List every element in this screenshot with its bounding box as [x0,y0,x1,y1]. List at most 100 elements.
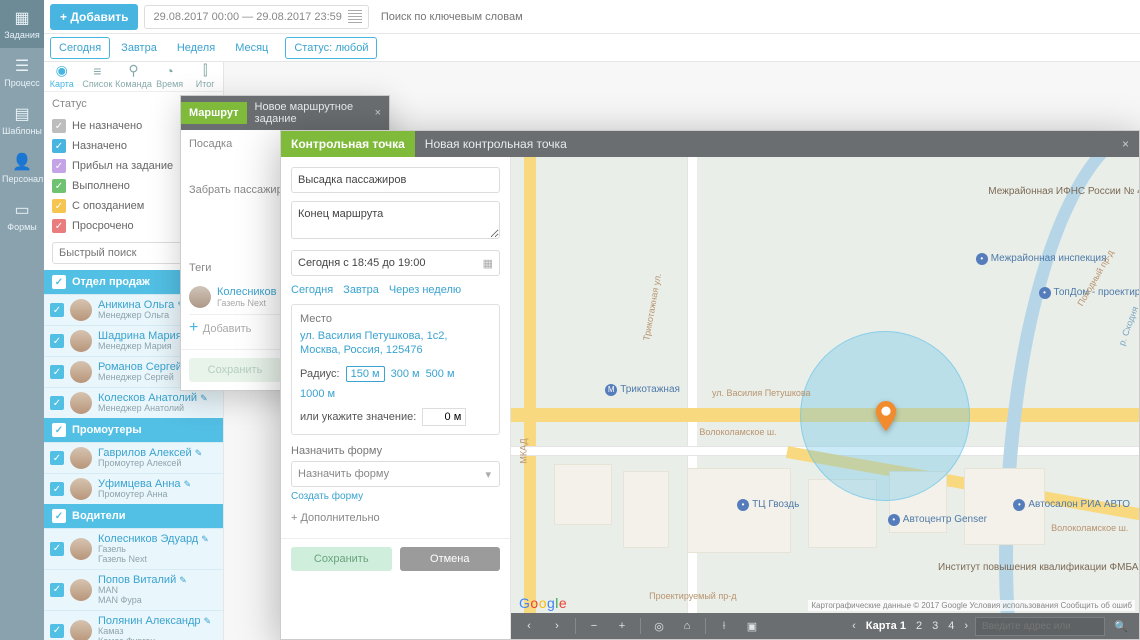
map-canvas[interactable]: Межрайонная ИФНС России № 45... •Межрайон… [511,157,1139,639]
map-poi[interactable]: MТрикотажная [605,384,680,396]
person-row[interactable]: ✓Попов Виталий ✎MANMAN Фура [44,569,223,610]
page-prev[interactable]: ‹ [849,620,859,632]
radius-custom-label: или укажите значение: [300,411,416,423]
radius-300[interactable]: 300 м [391,368,420,380]
radius-150[interactable]: 150 м [346,366,385,382]
avatar [70,392,92,414]
page-3[interactable]: 3 [929,620,941,632]
radius-custom-input[interactable] [422,408,466,426]
cp-tag: Контрольная точка [281,131,415,157]
add-button[interactable]: + Добавить [50,4,138,30]
mf-ruler-icon[interactable]: ⟊ [712,616,736,636]
map-address-search[interactable] [975,617,1105,636]
tab-tomorrow[interactable]: Завтра [112,37,166,59]
group-header[interactable]: ✓Промоутеры [44,418,223,442]
map-poi[interactable]: •Автосалон РИА АВТО [1013,499,1130,511]
avatar [70,620,92,640]
road-label: Трикотажная ул. [641,272,663,341]
poi-icon: • [976,253,988,265]
mf-home-icon[interactable]: ⌂ [675,616,699,636]
mf-layers-icon[interactable]: ▣ [740,616,764,636]
route-save-button[interactable]: Сохранить [189,358,281,382]
page-current[interactable]: Карта 1 [863,620,909,632]
radius-1000[interactable]: 1000 м [300,388,335,400]
map-marker[interactable] [875,401,897,431]
route-tag: Маршрут [181,102,247,124]
viewtab-time[interactable]: ◔Время [152,63,188,91]
status-label: Не назначено [72,120,142,132]
time-icon: ◔ [152,63,188,79]
person-role: Менеджер Сергей [98,373,193,383]
form-select[interactable]: Назначить форму [291,461,500,487]
daterange-picker[interactable]: 29.08.2017 00:00 — 29.08.2017 23:59 [144,5,368,29]
mf-zoom-out-icon[interactable]: − [582,616,606,636]
viewtab-list[interactable]: ≡Список [80,63,116,91]
tab-today[interactable]: Сегодня [50,37,110,59]
radius-500[interactable]: 500 м [426,368,455,380]
person-row[interactable]: ✓Колесков Анатолий ✎Менеджер Анатолий [44,387,223,418]
rail-process[interactable]: ☰Процесс [0,48,44,96]
rail-staff[interactable]: 👤Персонал [0,144,44,192]
map-poi[interactable]: •ТЦ Гвоздь [737,499,799,511]
rail-templates[interactable]: ▤Шаблоны [0,96,44,144]
person-role: MAN Фура [98,596,187,606]
group-title: Водители [72,510,126,522]
create-form-link[interactable]: Создать форму [291,491,500,502]
page-next[interactable]: › [961,620,971,632]
road-label: МКАД [519,439,529,464]
mf-locate-icon[interactable]: ◎ [647,616,671,636]
forms-icon: ▭ [2,200,42,220]
avatar [70,330,92,352]
group-header[interactable]: ✓Водители [44,504,223,528]
checkbox-icon: ✓ [50,482,64,496]
tab-month[interactable]: Месяц [226,37,277,59]
viewtab-map[interactable]: ◉Карта [44,62,80,91]
avatar [70,538,92,560]
quick-week[interactable]: Через неделю [389,284,461,296]
checkbox-icon: ✓ [50,583,64,597]
person-row[interactable]: ✓Колесников Эдуард ✎ГазельГазель Next [44,528,223,569]
mf-prev[interactable]: ‹ [517,616,541,636]
map-poi[interactable]: Институт повышения квалификации ФМБА... [938,562,1139,573]
rail-tasks[interactable]: ▦Задания [0,0,44,48]
group-title: Промоутеры [72,424,142,436]
team-icon: ⚲ [115,62,152,79]
status-filter[interactable]: Статус: любой [285,37,377,59]
route-close-icon[interactable]: × [367,103,389,123]
person-row[interactable]: ✓Полянин Александр ✎КамазКамаз Фургон [44,610,223,640]
cp-cancel-button[interactable]: Отмена [400,547,501,571]
address[interactable]: ул. Василия Петушкова, 1с2, Москва, Росс… [300,329,491,358]
radius-label: Радиус: [300,368,340,380]
page-2[interactable]: 2 [913,620,925,632]
keyword-search[interactable] [375,5,1140,29]
tasks-icon: ▦ [2,8,42,28]
period-tabs: Сегодня Завтра Неделя Месяц Статус: любо… [44,34,1140,62]
cp-form: Сегодня с 18:45 до 19:00▦ Сегодня Завтра… [281,157,511,639]
tab-week[interactable]: Неделя [168,37,224,59]
avatar [189,286,211,308]
map-poi[interactable]: Межрайонная ИФНС России № 45... [988,186,1139,197]
quick-today[interactable]: Сегодня [291,284,333,296]
page-4[interactable]: 4 [945,620,957,632]
extra-toggle[interactable]: + Дополнительно [291,512,500,524]
map-icon: ◉ [44,62,80,79]
rail-forms[interactable]: ▭Формы [0,192,44,240]
staff-name: Колесников Э [217,286,287,298]
cp-end-input[interactable] [291,201,500,239]
cp-name-input[interactable] [291,167,500,193]
cp-time-picker[interactable]: Сегодня с 18:45 до 19:00▦ [291,250,500,276]
viewtab-team[interactable]: ⚲Команда [115,62,152,91]
person-row[interactable]: ✓Гаврилов Алексей ✎Промоутер Алексей [44,442,223,473]
mf-next[interactable]: › [545,616,569,636]
nav-rail: ▦Задания ☰Процесс ▤Шаблоны 👤Персонал ▭Фо… [0,0,44,640]
person-row[interactable]: ✓Уфимцева Анна ✎Промоутер Анна [44,473,223,504]
templates-icon: ▤ [2,104,42,124]
mf-search-icon[interactable]: 🔍 [1109,616,1133,636]
cp-save-button[interactable]: Сохранить [291,547,392,571]
cp-close-icon[interactable]: × [1112,131,1139,157]
viewtab-total[interactable]: ⫿Итог [187,62,223,91]
map-poi[interactable]: •Межрайонная инспекция [976,253,1107,265]
quick-tomorrow[interactable]: Завтра [343,284,379,296]
mf-zoom-in-icon[interactable]: + [610,616,634,636]
map-poi[interactable]: •Автоцентр Genser [888,514,987,526]
